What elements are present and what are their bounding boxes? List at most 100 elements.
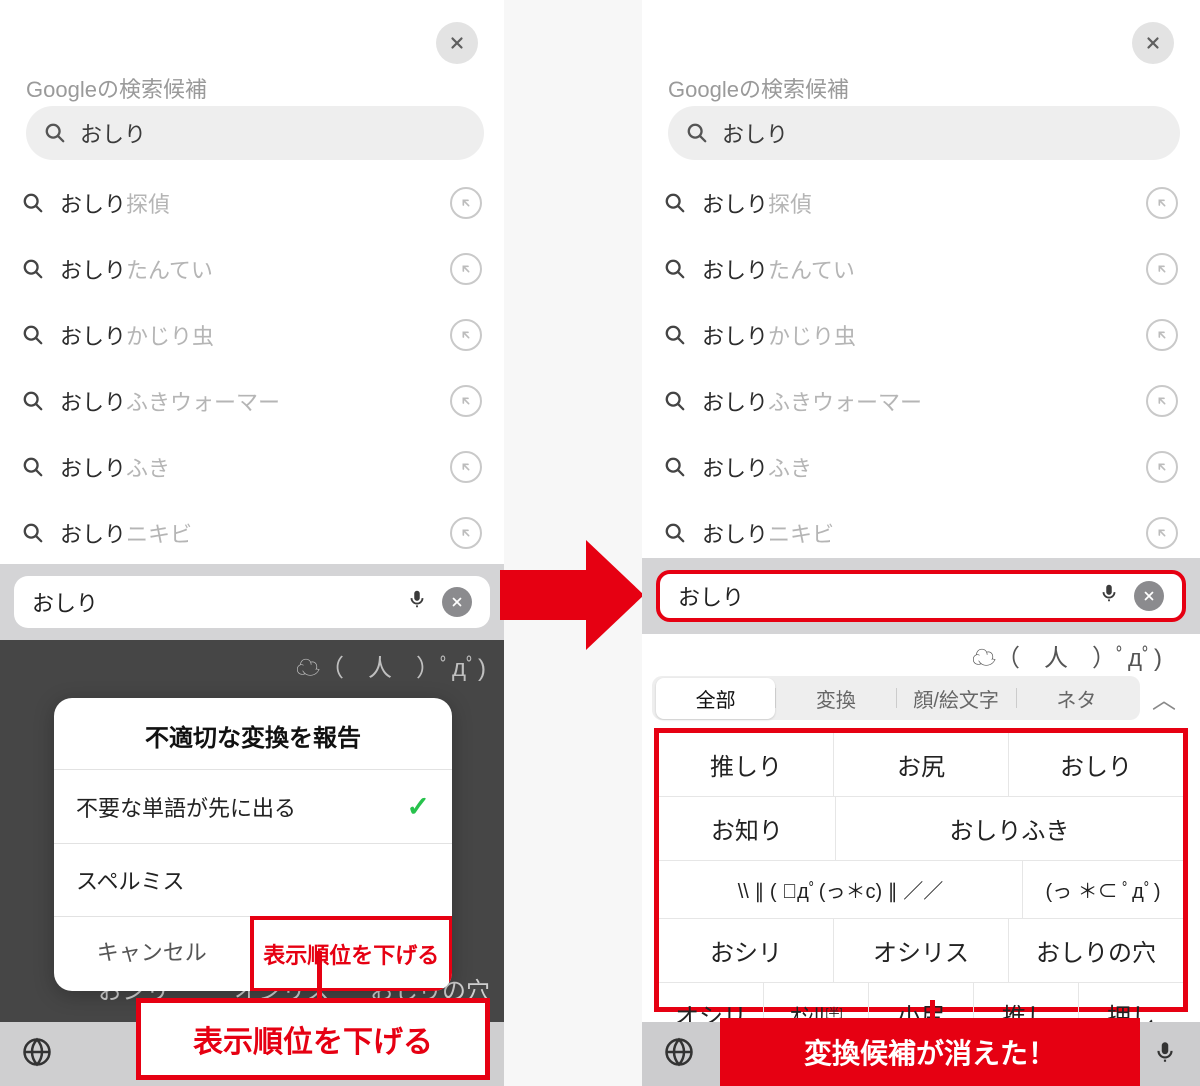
callout-right: 変換候補が消えた！	[720, 1018, 1140, 1086]
arrow-upleft-icon	[458, 261, 474, 277]
candidate-cell[interactable]: お尻	[834, 733, 1009, 796]
candidate-cell[interactable]: おしり	[1009, 733, 1183, 796]
suggestion-row[interactable]: おしりふきウォーマー	[0, 368, 504, 434]
address-bar-left: おしり	[0, 564, 504, 640]
globe-button[interactable]	[664, 1037, 694, 1072]
arrow-upleft-icon	[458, 195, 474, 211]
search-icon	[664, 192, 686, 214]
search-icon	[664, 324, 686, 346]
suggestion-text: おしり探偵	[60, 187, 170, 219]
suggestion-list-left: おしり探偵おしりたんていおしりかじり虫おしりふきウォーマーおしりふきおしりニキビ	[0, 170, 504, 566]
suggestion-row[interactable]: おしり探偵	[0, 170, 504, 236]
candidate-grid: 推しり お尻 おしり お知り おしりふき \\ ∥ ( ﾟдﾟ(っ＊c) ∥ ／…	[654, 728, 1188, 1012]
candidate-cell[interactable]: おしりふき	[836, 797, 1183, 860]
suggestion-text: おしりふき	[702, 451, 812, 483]
input-text: おしり	[32, 586, 98, 618]
dialog-buttons: キャンセル 表示順位を下げる	[54, 916, 452, 991]
cancel-button[interactable]: キャンセル	[54, 917, 250, 991]
suggestion-text: おしりかじり虫	[702, 319, 856, 351]
search-icon	[22, 258, 44, 280]
tab-henkan[interactable]: 変換	[776, 678, 895, 719]
suggestion-text: おしりかじり虫	[60, 319, 214, 351]
arrow-upleft-icon	[1154, 459, 1170, 475]
insert-arrow-button[interactable]	[450, 187, 482, 219]
callout-left: 表示順位を下げる	[136, 998, 490, 1080]
callout-stem	[930, 1000, 935, 1018]
input-text: おしり	[678, 580, 744, 612]
globe-icon	[22, 1037, 52, 1067]
suggestion-row[interactable]: おしりたんてい	[642, 236, 1200, 302]
query-text: おしり	[722, 117, 788, 149]
candidate-cell[interactable]: おシリ	[659, 919, 834, 982]
candidate-cell[interactable]: 推しり	[659, 733, 834, 796]
url-input-highlighted[interactable]: おしり	[656, 570, 1186, 622]
mic-button[interactable]	[406, 588, 428, 616]
lower-rank-button[interactable]: 表示順位を下げる	[250, 916, 453, 991]
insert-arrow-button[interactable]	[450, 253, 482, 285]
suggestion-text: おしりふきウォーマー	[60, 385, 280, 417]
insert-arrow-button[interactable]	[1146, 319, 1178, 351]
clear-icon	[1142, 589, 1156, 603]
candidate-cell[interactable]: オシリス	[834, 919, 1009, 982]
arrow-upleft-icon	[1154, 327, 1170, 343]
insert-arrow-button[interactable]	[1146, 451, 1178, 483]
tab-neta[interactable]: ネタ	[1017, 678, 1136, 719]
candidate-tabs: 全部 変換 顔/絵文字 ネタ	[652, 676, 1140, 720]
tab-face[interactable]: 顔/絵文字	[897, 678, 1016, 719]
suggestion-text: おしりたんてい	[60, 253, 213, 285]
search-icon	[664, 522, 686, 544]
search-icon	[44, 122, 66, 144]
insert-arrow-button[interactable]	[450, 385, 482, 417]
suggestion-row[interactable]: おしりふき	[642, 434, 1200, 500]
clear-button[interactable]	[1134, 581, 1164, 611]
report-dialog: 不適切な変換を報告 不要な単語が先に出る ✓ スペルミス キャンセル 表示順位を…	[54, 698, 452, 991]
search-icon	[22, 324, 44, 346]
dialog-option-1[interactable]: 不要な単語が先に出る ✓	[54, 769, 452, 843]
search-icon	[22, 390, 44, 412]
clear-button[interactable]	[442, 587, 472, 617]
suggestion-row[interactable]: おしりニキビ	[0, 500, 504, 566]
arrow-upleft-icon	[458, 525, 474, 541]
dialog-option-2[interactable]: スペルミス	[54, 843, 452, 916]
arrow-upleft-icon	[1154, 525, 1170, 541]
mic-icon	[1098, 582, 1120, 604]
candidate-cell[interactable]: (っ ＊⊂ ﾟдﾟ)	[1023, 861, 1183, 918]
insert-arrow-button[interactable]	[450, 319, 482, 351]
mic-icon	[406, 588, 428, 610]
url-input[interactable]: おしり	[14, 576, 490, 628]
arrow-upleft-icon	[458, 393, 474, 409]
suggestion-text: おしりふき	[60, 451, 170, 483]
check-icon: ✓	[407, 790, 430, 823]
suggestion-row[interactable]: おしり探偵	[642, 170, 1200, 236]
globe-button[interactable]	[22, 1037, 52, 1072]
insert-arrow-button[interactable]	[1146, 517, 1178, 549]
close-icon	[448, 34, 466, 52]
query-pill[interactable]: おしり	[26, 106, 484, 160]
candidate-cell[interactable]: お知り	[659, 797, 836, 860]
keyboard-modal-area: ☁（ 人 ）ﾟдﾟ) おシリ オシリス おしりの穴 不適切な変換を報告 不要な単…	[0, 640, 504, 1086]
suggestion-row[interactable]: おしりたんてい	[0, 236, 504, 302]
dialog-title: 不適切な変換を報告	[54, 698, 452, 769]
candidate-cell[interactable]: \\ ∥ ( ﾟдﾟ(っ＊c) ∥ ／／	[659, 861, 1023, 918]
collapse-candidates[interactable]: ︿	[1144, 680, 1184, 715]
candidate-cell[interactable]: おしりの穴	[1009, 919, 1183, 982]
mic-button[interactable]	[1098, 582, 1120, 610]
suggestion-row[interactable]: おしりふき	[0, 434, 504, 500]
close-button[interactable]	[1132, 22, 1174, 64]
option-label: スペルミス	[76, 864, 184, 896]
suggestion-row[interactable]: おしりニキビ	[642, 500, 1200, 566]
tab-all[interactable]: 全部	[656, 678, 775, 719]
insert-arrow-button[interactable]	[1146, 385, 1178, 417]
suggestions-heading: Googleの検索候補	[668, 72, 849, 104]
query-pill[interactable]: おしり	[668, 106, 1180, 160]
suggestion-row[interactable]: おしりふきウォーマー	[642, 368, 1200, 434]
suggestion-row[interactable]: おしりかじり虫	[642, 302, 1200, 368]
insert-arrow-button[interactable]	[450, 517, 482, 549]
insert-arrow-button[interactable]	[450, 451, 482, 483]
mic-button[interactable]	[1152, 1039, 1178, 1070]
close-button[interactable]	[436, 22, 478, 64]
suggestion-row[interactable]: おしりかじり虫	[0, 302, 504, 368]
insert-arrow-button[interactable]	[1146, 253, 1178, 285]
insert-arrow-button[interactable]	[1146, 187, 1178, 219]
search-icon	[22, 522, 44, 544]
